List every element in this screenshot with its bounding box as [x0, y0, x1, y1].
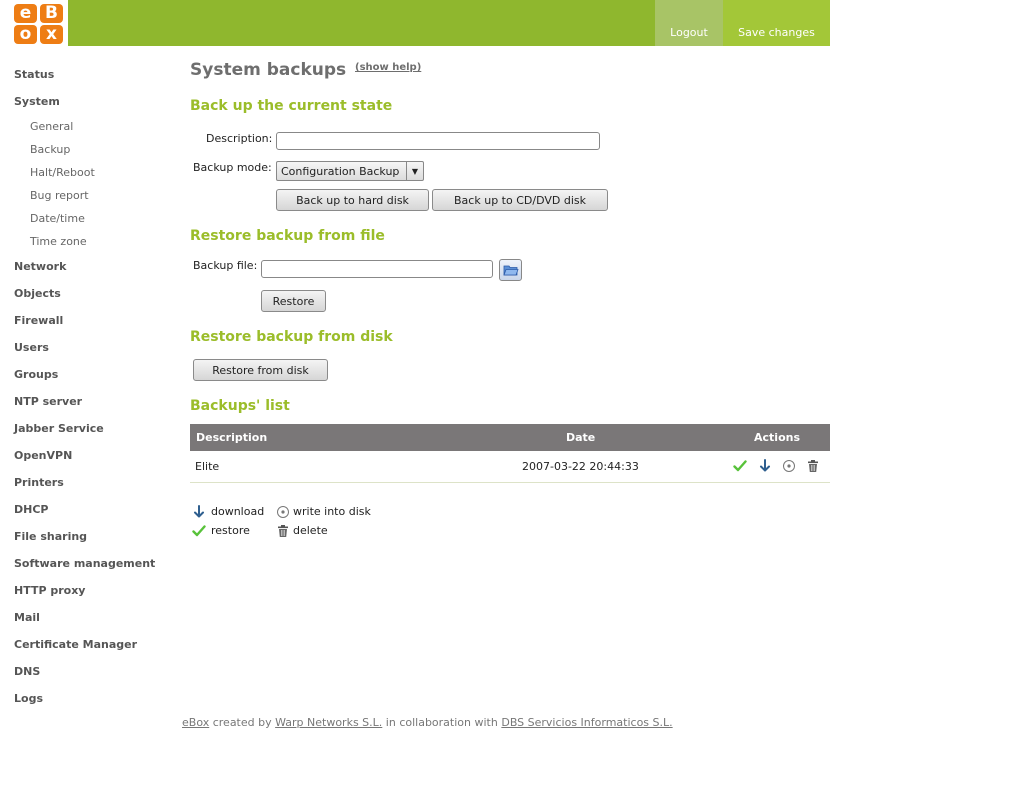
backup-file-input[interactable]	[261, 260, 493, 278]
restore-disk-section-title: Restore backup from disk	[190, 329, 393, 345]
sidebar-item-logs[interactable]: Logs	[14, 692, 43, 705]
ebox-logo[interactable]: e B o x	[0, 0, 68, 46]
description-label: Description:	[206, 132, 273, 145]
show-help-link[interactable]: (show help)	[355, 62, 421, 73]
sidebar-item-dhcp[interactable]: DHCP	[14, 503, 48, 516]
write-disk-icon	[277, 506, 289, 518]
backup-cd-dvd-button[interactable]: Back up to CD/DVD disk	[432, 189, 608, 211]
backup-mode-select[interactable]: Configuration Backup ▼	[276, 161, 424, 181]
logout-button[interactable]: Logout	[655, 0, 723, 46]
sidebar-item-software-management[interactable]: Software management	[14, 557, 155, 570]
column-header-date: Date	[566, 431, 596, 444]
download-icon[interactable]	[758, 459, 772, 473]
restore-icon[interactable]	[733, 459, 747, 473]
download-icon	[194, 505, 204, 518]
restore-file-button[interactable]: Restore	[261, 290, 326, 312]
table-row: Elite 2007-03-22 20:44:33	[190, 451, 830, 483]
footer: eBox created by Warp Networks S.L. in co…	[182, 716, 673, 729]
legend-restore-label: restore	[211, 524, 250, 537]
restore-from-disk-button[interactable]: Restore from disk	[193, 359, 328, 381]
backup-mode-value: Configuration Backup	[281, 164, 400, 178]
delete-icon[interactable]	[806, 459, 820, 473]
footer-dbs-link[interactable]: DBS Servicios Informaticos S.L.	[501, 716, 672, 729]
browse-file-button[interactable]	[499, 259, 522, 281]
restore-file-section-title: Restore backup from file	[190, 228, 385, 244]
sidebar-item-http-proxy[interactable]: HTTP proxy	[14, 584, 85, 597]
restore-icon	[192, 525, 206, 537]
delete-icon	[278, 525, 288, 537]
sidebar-item-openvpn[interactable]: OpenVPN	[14, 449, 72, 462]
backup-section-title: Back up the current state	[190, 98, 393, 114]
sidebar-subitem-date-time[interactable]: Date/time	[30, 212, 85, 225]
sidebar-item-status[interactable]: Status	[14, 68, 54, 81]
sidebar-item-users[interactable]: Users	[14, 341, 49, 354]
footer-created-by-text: created by	[212, 716, 272, 729]
sidebar-item-jabber-service[interactable]: Jabber Service	[14, 422, 104, 435]
chevron-down-icon[interactable]: ▼	[406, 162, 423, 180]
top-header-bar: e B o x Logout Save changes	[0, 0, 830, 46]
backups-list-title: Backups' list	[190, 398, 290, 414]
row-description: Elite	[195, 460, 220, 473]
sidebar-subitem-backup[interactable]: Backup	[30, 143, 70, 156]
sidebar-item-dns[interactable]: DNS	[14, 665, 40, 678]
logo-letter-e: e	[14, 4, 37, 23]
sidebar-item-firewall[interactable]: Firewall	[14, 314, 63, 327]
footer-warp-link[interactable]: Warp Networks S.L.	[275, 716, 382, 729]
backup-hard-disk-button[interactable]: Back up to hard disk	[276, 189, 429, 211]
page-title: System backups	[190, 60, 347, 80]
sidebar-item-mail[interactable]: Mail	[14, 611, 40, 624]
sidebar-subitem-time-zone[interactable]: Time zone	[30, 235, 87, 248]
folder-open-icon	[502, 265, 519, 276]
sidebar-item-printers[interactable]: Printers	[14, 476, 64, 489]
legend-delete-label: delete	[293, 524, 328, 537]
column-header-actions: Actions	[754, 431, 800, 444]
row-date: 2007-03-22 20:44:33	[522, 460, 639, 473]
sidebar-item-groups[interactable]: Groups	[14, 368, 58, 381]
description-input[interactable]	[276, 132, 600, 150]
sidebar-subitem-bug-report[interactable]: Bug report	[30, 189, 89, 202]
sidebar-subitem-general[interactable]: General	[30, 120, 73, 133]
sidebar-item-file-sharing[interactable]: File sharing	[14, 530, 87, 543]
sidebar-item-objects[interactable]: Objects	[14, 287, 61, 300]
sidebar-item-ntp-server[interactable]: NTP server	[14, 395, 82, 408]
logo-letter-x: x	[40, 25, 63, 44]
sidebar-subitem-halt-reboot[interactable]: Halt/Reboot	[30, 166, 95, 179]
write-disk-icon[interactable]	[782, 459, 796, 473]
footer-ebox-link[interactable]: eBox	[182, 716, 209, 729]
legend-write-disk-label: write into disk	[293, 505, 371, 518]
backup-file-label: Backup file:	[193, 259, 258, 272]
save-changes-button[interactable]: Save changes	[723, 0, 830, 46]
header-actions: Logout Save changes	[655, 0, 830, 46]
footer-collab-text: in collaboration with	[385, 716, 498, 729]
backup-mode-label: Backup mode:	[193, 161, 272, 174]
logo-letter-b: B	[40, 4, 63, 23]
legend-download-label: download	[211, 505, 265, 518]
sidebar-item-network[interactable]: Network	[14, 260, 66, 273]
sidebar-item-certificate-manager[interactable]: Certificate Manager	[14, 638, 137, 651]
logo-letter-o: o	[14, 25, 37, 44]
table-header: Description Date Actions	[190, 424, 830, 451]
sidebar-item-system[interactable]: System	[14, 95, 60, 108]
column-header-description: Description	[196, 431, 268, 444]
